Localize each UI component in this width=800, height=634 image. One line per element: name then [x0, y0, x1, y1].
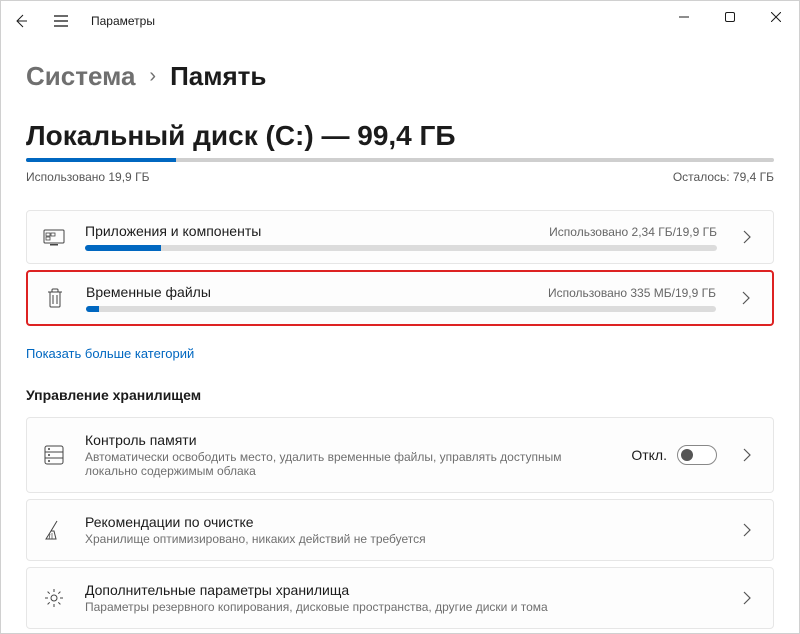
- breadcrumb-root[interactable]: Система: [26, 61, 135, 92]
- setting-description: Хранилище оптимизировано, никаких действ…: [85, 532, 717, 546]
- chevron-right-icon: [735, 448, 759, 462]
- storage-setting-1[interactable]: Рекомендации по очистке Хранилище оптимиз…: [26, 499, 774, 561]
- category-title: Приложения и компоненты: [85, 223, 261, 239]
- show-more-categories-link[interactable]: Показать больше категорий: [26, 346, 194, 361]
- hamburger-menu-button[interactable]: [51, 11, 71, 31]
- category-card-1[interactable]: Временные файлы Использовано 335 МБ/19,9 …: [26, 270, 774, 326]
- breadcrumb: Система › Память: [26, 61, 774, 92]
- gear-icon: [41, 587, 67, 609]
- storage-setting-0[interactable]: Контроль памяти Автоматически освободить …: [26, 417, 774, 493]
- maximize-button[interactable]: [707, 1, 753, 33]
- disk-title: Локальный диск (C:) — 99,4 ГБ: [26, 120, 774, 152]
- apps-icon: [41, 227, 67, 247]
- breadcrumb-current: Память: [170, 61, 266, 92]
- setting-title: Рекомендации по очистке: [85, 514, 717, 530]
- category-card-0[interactable]: Приложения и компоненты Использовано 2,34…: [26, 210, 774, 264]
- setting-title: Контроль памяти: [85, 432, 613, 448]
- setting-description: Параметры резервного копирования, дисков…: [85, 600, 717, 614]
- category-usage: Использовано 335 МБ/19,9 ГБ: [548, 286, 716, 300]
- disk-usage-bar: [26, 158, 774, 162]
- chevron-right-icon: [734, 291, 758, 305]
- category-usage: Использовано 2,34 ГБ/19,9 ГБ: [549, 225, 717, 239]
- disk-used-label: Использовано 19,9 ГБ: [26, 170, 149, 184]
- disk-usage-bar-fill: [26, 158, 176, 162]
- broom-icon: [41, 519, 67, 541]
- toggle-state-label: Откл.: [631, 447, 667, 463]
- storage-icon: [41, 444, 67, 466]
- trash-icon: [42, 287, 68, 309]
- window-title: Параметры: [91, 14, 155, 28]
- storage-setting-2[interactable]: Дополнительные параметры хранилища Параме…: [26, 567, 774, 629]
- chevron-right-icon: [735, 523, 759, 537]
- category-bar: [85, 245, 717, 251]
- chevron-right-icon: ›: [149, 65, 156, 88]
- storage-sense-toggle[interactable]: [677, 445, 717, 465]
- chevron-right-icon: [735, 591, 759, 605]
- storage-management-heading: Управление хранилищем: [26, 387, 774, 403]
- disk-free-label: Осталось: 79,4 ГБ: [673, 170, 774, 184]
- minimize-button[interactable]: [661, 1, 707, 33]
- setting-description: Автоматически освободить место, удалить …: [85, 450, 613, 478]
- category-bar: [86, 306, 716, 312]
- close-button[interactable]: [753, 1, 799, 33]
- category-title: Временные файлы: [86, 284, 211, 300]
- setting-title: Дополнительные параметры хранилища: [85, 582, 717, 598]
- back-button[interactable]: [11, 11, 31, 31]
- chevron-right-icon: [735, 230, 759, 244]
